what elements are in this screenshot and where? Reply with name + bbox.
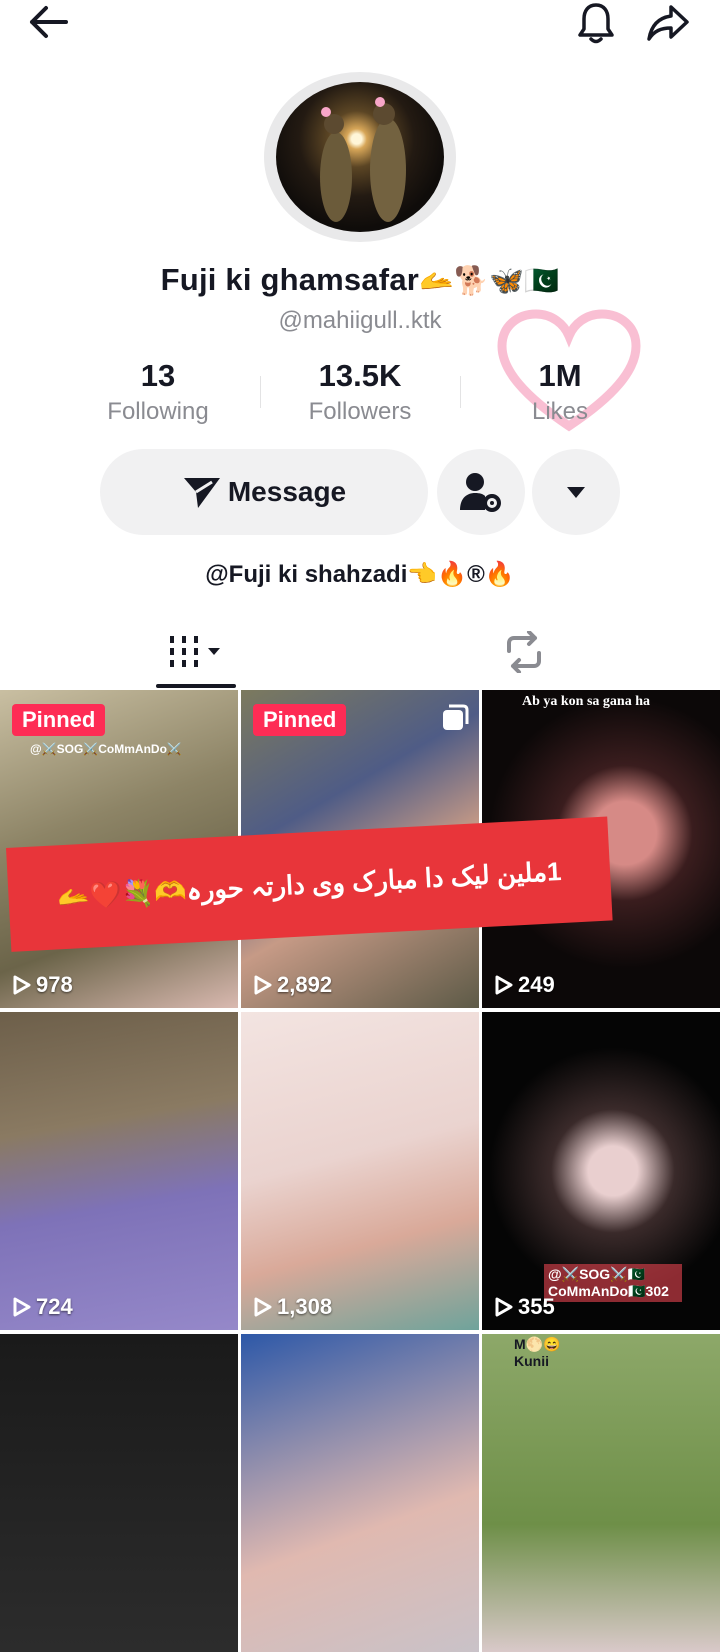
video-thumbnail[interactable] — [241, 1334, 479, 1652]
avatar[interactable] — [276, 82, 444, 232]
profile-bio: @Fuji ki shahzadi👈🔥®🔥 — [205, 561, 515, 588]
video-overlay-text: Ab ya kon sa gana ha — [522, 694, 650, 709]
tab-reposts[interactable] — [490, 624, 558, 680]
view-count-text: 724 — [36, 1294, 73, 1319]
caret-down-icon — [567, 487, 585, 498]
view-count: 724 — [12, 1294, 73, 1320]
bell-icon — [578, 3, 614, 44]
video-thumbnail[interactable]: @⚔️SOG⚔️🇵🇰 CoMmAnDo🇵🇰302 355 — [482, 1012, 720, 1330]
play-icon — [13, 975, 31, 995]
notifications-button[interactable] — [572, 0, 620, 46]
play-icon — [254, 1297, 272, 1317]
likes-label: Likes — [531, 398, 589, 425]
message-button[interactable]: Message — [100, 449, 428, 535]
video-thumbnail[interactable]: 724 — [0, 1012, 238, 1330]
video-overlay-text: @⚔️SOG⚔️🇵🇰 CoMmAnDo🇵🇰302 — [544, 1264, 682, 1302]
tab-videos[interactable] — [156, 624, 236, 680]
message-label: Message — [227, 476, 347, 507]
likes-count: 1M — [538, 358, 582, 393]
banner-text: 1ملین لیک دا مبارک وی دارتہ حورہ🫶💐❤️🫴 — [56, 855, 563, 912]
view-count: 1,308 — [253, 1294, 332, 1320]
view-count-text: 249 — [518, 972, 555, 997]
send-icon — [183, 478, 220, 508]
profile-name: Fuji ki ghamsafar — [160, 262, 420, 297]
profile-name-emojis: 🫴🐕🦋🇵🇰 — [419, 265, 560, 296]
stat-likes: 1M Likes — [460, 358, 660, 426]
view-count: 2,892 — [253, 972, 332, 998]
followers-count: 13.5K — [318, 358, 402, 393]
profile-name-row: Fuji ki ghamsafar🫴🐕🦋🇵🇰 — [0, 262, 720, 298]
grid-icon — [170, 636, 220, 667]
video-thumbnail[interactable] — [0, 1334, 238, 1652]
play-icon — [495, 975, 513, 995]
stat-following[interactable]: 13 Following — [58, 358, 258, 426]
multi-photo-icon — [443, 704, 469, 730]
stat-followers[interactable]: 13.5K Followers — [260, 358, 460, 426]
view-count-text: 355 — [518, 1294, 555, 1319]
view-count: 355 — [494, 1294, 555, 1320]
play-icon — [13, 1297, 31, 1317]
more-options-button[interactable] — [532, 449, 620, 535]
avatar-photo — [320, 97, 406, 222]
active-tab-indicator — [156, 684, 236, 688]
view-count-text: 978 — [36, 972, 73, 997]
followers-label: Followers — [308, 398, 412, 425]
view-count: 978 — [12, 972, 73, 998]
view-count-text: 2,892 — [277, 972, 333, 997]
pinned-badge: Pinned — [253, 704, 347, 736]
repost-icon — [507, 631, 541, 673]
share-button[interactable] — [642, 0, 694, 46]
following-count: 13 — [140, 358, 176, 393]
video-thumbnail[interactable]: M🌕😄 Kunii — [482, 1334, 720, 1652]
share-arrow-icon — [647, 5, 689, 41]
arrow-left-icon — [30, 6, 68, 38]
play-icon — [495, 1297, 513, 1317]
view-count: 249 — [494, 972, 555, 998]
follow-settings-button[interactable] — [437, 449, 525, 535]
video-overlay-text: M🌕😄 Kunii — [514, 1336, 561, 1369]
video-thumbnail[interactable]: 1,308 — [241, 1012, 479, 1330]
following-label: Following — [107, 398, 209, 425]
user-settings-icon — [460, 473, 501, 512]
pinned-badge: Pinned — [12, 704, 106, 736]
video-overlay-text: @⚔️SOG⚔️CoMmAnDo⚔️ — [30, 742, 182, 756]
view-count-text: 1,308 — [277, 1294, 333, 1319]
back-button[interactable] — [20, 2, 76, 42]
play-icon — [254, 975, 272, 995]
